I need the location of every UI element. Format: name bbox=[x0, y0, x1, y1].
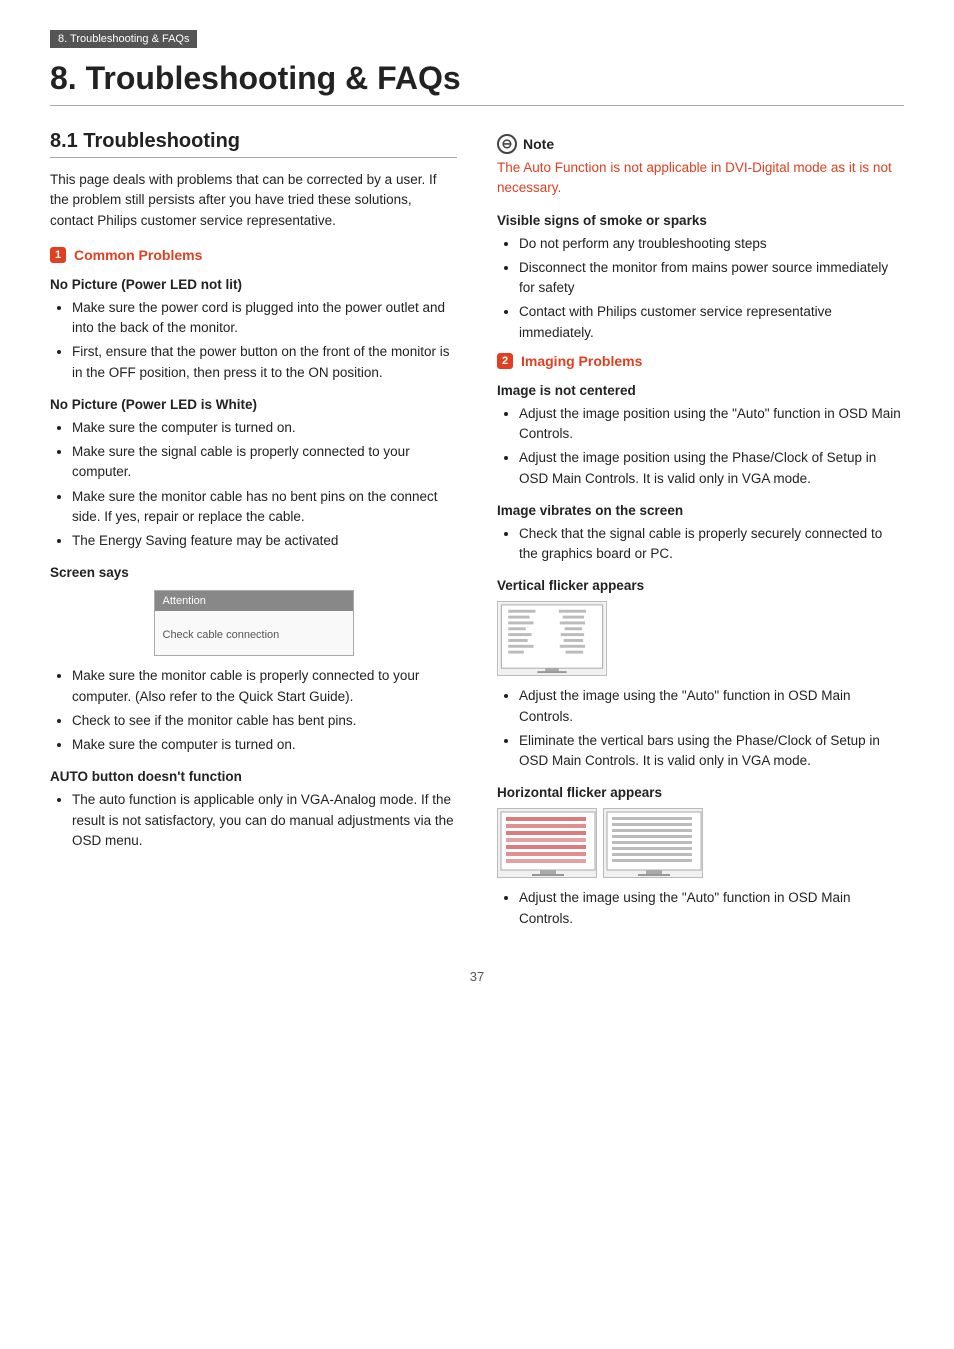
img2-heading: Image vibrates on the screen bbox=[497, 503, 904, 518]
page-number: 37 bbox=[50, 969, 904, 984]
note-box: ⊖ Note The Auto Function is not applicab… bbox=[497, 134, 904, 199]
sub4-heading: AUTO button doesn't function bbox=[50, 769, 457, 784]
list-item: Do not perform any troubleshooting steps bbox=[519, 234, 904, 254]
list-item: Make sure the computer is turned on. bbox=[72, 735, 457, 755]
list-item: Adjust the image position using the Phas… bbox=[519, 448, 904, 489]
vis-heading: Visible signs of smoke or sparks bbox=[497, 213, 904, 228]
img1-heading: Image is not centered bbox=[497, 383, 904, 398]
list-item: Make sure the computer is turned on. bbox=[72, 418, 457, 438]
screen-says-title: Attention bbox=[155, 591, 353, 611]
vis-list: Do not perform any troubleshooting steps… bbox=[497, 234, 904, 343]
sub1-list: Make sure the power cord is plugged into… bbox=[50, 298, 457, 383]
sub4-list: The auto function is applicable only in … bbox=[50, 790, 457, 851]
section2-header: 2 Imaging Problems bbox=[497, 353, 904, 369]
section1-label: Common Problems bbox=[74, 247, 202, 263]
list-item: Adjust the image position using the "Aut… bbox=[519, 404, 904, 445]
list-item: Adjust the image using the "Auto" functi… bbox=[519, 686, 904, 727]
section2-badge: 2 bbox=[497, 353, 513, 369]
sub2-list: Make sure the computer is turned on. Mak… bbox=[50, 418, 457, 552]
breadcrumb: 8. Troubleshooting & FAQs bbox=[50, 30, 197, 48]
hflicker-right bbox=[603, 808, 703, 878]
hflicker-left bbox=[497, 808, 597, 878]
horizontal-flicker-image bbox=[497, 808, 904, 878]
vertical-flicker-image bbox=[497, 601, 607, 676]
section-heading: 8.1 Troubleshooting bbox=[50, 130, 457, 158]
list-item: Eliminate the vertical bars using the Ph… bbox=[519, 731, 904, 772]
img2-list: Check that the signal cable is properly … bbox=[497, 524, 904, 565]
list-item: Make sure the monitor cable has no bent … bbox=[72, 487, 457, 528]
note-icon: ⊖ bbox=[497, 134, 517, 154]
main-title: 8. Troubleshooting & FAQs bbox=[50, 60, 904, 106]
right-column: ⊖ Note The Auto Function is not applicab… bbox=[497, 130, 904, 939]
note-label: Note bbox=[523, 136, 554, 152]
list-item: The Energy Saving feature may be activat… bbox=[72, 531, 457, 551]
img1-list: Adjust the image position using the "Aut… bbox=[497, 404, 904, 489]
sub1-heading: No Picture (Power LED not lit) bbox=[50, 277, 457, 292]
section2-label: Imaging Problems bbox=[521, 353, 642, 369]
sub3-list: Make sure the monitor cable is properly … bbox=[50, 666, 457, 755]
img3-heading: Vertical flicker appears bbox=[497, 578, 904, 593]
img4-heading: Horizontal flicker appears bbox=[497, 785, 904, 800]
img4-list: Adjust the image using the "Auto" functi… bbox=[497, 888, 904, 929]
section1-header: 1 Common Problems bbox=[50, 247, 457, 263]
list-item: Make sure the monitor cable is properly … bbox=[72, 666, 457, 707]
list-item: Adjust the image using the "Auto" functi… bbox=[519, 888, 904, 929]
list-item: Contact with Philips customer service re… bbox=[519, 302, 904, 343]
intro-text: This page deals with problems that can b… bbox=[50, 170, 457, 231]
section1-badge: 1 bbox=[50, 247, 66, 263]
screen-says-box: Attention Check cable connection bbox=[154, 590, 354, 656]
sub3-heading: Screen says bbox=[50, 565, 457, 580]
list-item: The auto function is applicable only in … bbox=[72, 790, 457, 851]
two-column-layout: 8.1 Troubleshooting This page deals with… bbox=[50, 130, 904, 939]
img3-list: Adjust the image using the "Auto" functi… bbox=[497, 686, 904, 771]
list-item: First, ensure that the power button on t… bbox=[72, 342, 457, 383]
list-item: Make sure the signal cable is properly c… bbox=[72, 442, 457, 483]
list-item: Check to see if the monitor cable has be… bbox=[72, 711, 457, 731]
sub2-heading: No Picture (Power LED is White) bbox=[50, 397, 457, 412]
screen-says-body: Check cable connection bbox=[155, 611, 353, 655]
list-item: Check that the signal cable is properly … bbox=[519, 524, 904, 565]
list-item: Disconnect the monitor from mains power … bbox=[519, 258, 904, 299]
page: 8. Troubleshooting & FAQs 8. Troubleshoo… bbox=[0, 0, 954, 1349]
list-item: Make sure the power cord is plugged into… bbox=[72, 298, 457, 339]
note-header: ⊖ Note bbox=[497, 134, 904, 154]
left-column: 8.1 Troubleshooting This page deals with… bbox=[50, 130, 457, 939]
note-text: The Auto Function is not applicable in D… bbox=[497, 158, 904, 199]
